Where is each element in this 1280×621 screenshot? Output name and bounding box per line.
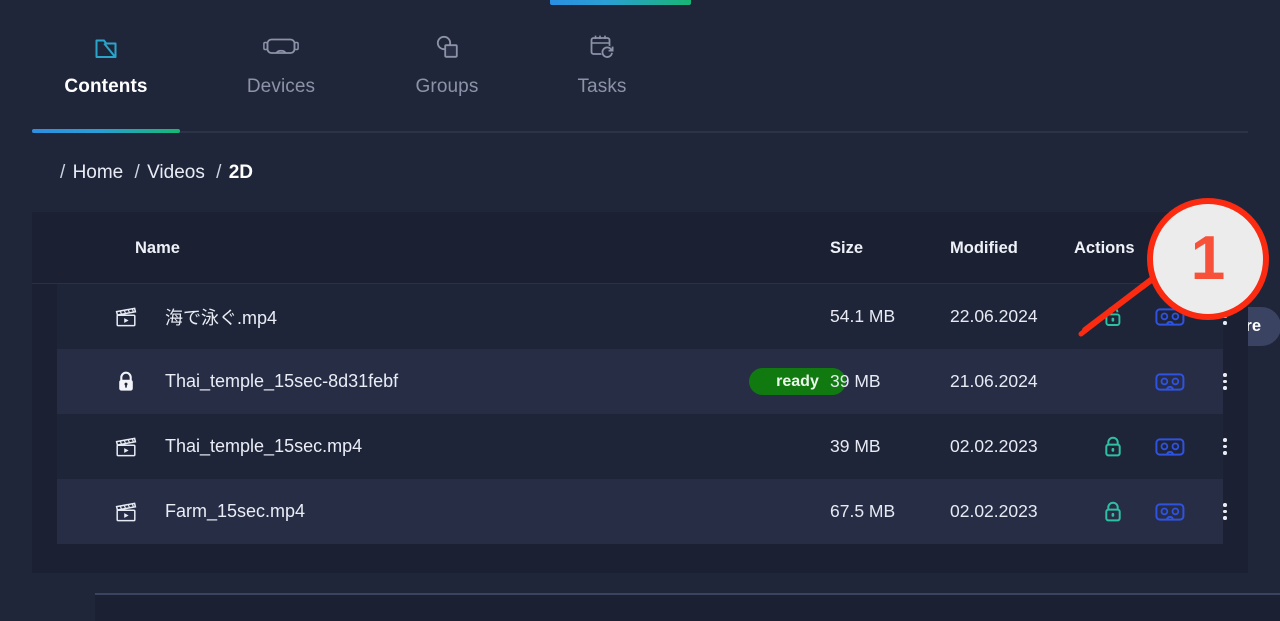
table-footer-space	[32, 544, 1248, 573]
tab-devices[interactable]: Devices	[207, 26, 355, 134]
file-name[interactable]: Farm_15sec.mp4	[165, 479, 305, 544]
next-section-area	[95, 595, 1280, 621]
file-name[interactable]: Thai_temple_15sec.mp4	[165, 414, 362, 479]
file-modified: 22.06.2024	[950, 306, 1038, 326]
tab-label: Devices	[246, 76, 316, 97]
file-modified: 02.02.2023	[950, 436, 1038, 456]
row-4-vr-view-icon[interactable]	[1153, 479, 1187, 544]
content-toolbar: / Home / Videos / 2D Create folder Uploa…	[0, 153, 1280, 346]
groups-shapes-icon	[434, 26, 460, 68]
breadcrumb: / Home / Videos / 2D	[60, 162, 259, 184]
tab-tasks[interactable]: Tasks	[528, 26, 676, 134]
file-size: 67.5 MB	[830, 501, 896, 521]
breadcrumb-item-current: 2D	[228, 162, 253, 183]
table-row[interactable]: Thai_temple_15sec.mp4 39 MB 02.02.2023	[57, 414, 1227, 479]
tab-label: Tasks	[577, 76, 627, 97]
callout-number: 1	[1190, 224, 1226, 293]
breadcrumb-separator: /	[216, 162, 222, 183]
file-size: 54.1 MB	[830, 306, 896, 326]
file-modified: 02.02.2023	[950, 501, 1038, 521]
row-4-lock-icon[interactable]	[1098, 479, 1128, 544]
clapperboard-icon	[111, 284, 141, 349]
file-size: 39 MB	[830, 436, 881, 456]
vertical-dots-icon	[1223, 503, 1227, 520]
file-size: 39 MB	[830, 371, 881, 391]
tab-label: Contents	[64, 76, 148, 97]
row-3-lock-icon[interactable]	[1098, 414, 1128, 479]
main-tabs: Contents Devices Groups Tasks	[32, 26, 1248, 136]
table-body: 海で泳ぐ.mp4 54.1 MB 22.06.2024 Thai_temple_…	[32, 284, 1248, 544]
table-header: Name Size Modified Actions	[32, 212, 1248, 284]
breadcrumb-separator: /	[60, 162, 66, 183]
top-progress-track	[0, 0, 1280, 5]
table-row[interactable]: Farm_15sec.mp4 67.5 MB 02.02.2023	[57, 479, 1227, 544]
vertical-dots-icon	[1223, 373, 1227, 390]
breadcrumb-separator: /	[134, 162, 140, 183]
folder-icon	[92, 26, 120, 68]
padlock-closed-icon	[111, 349, 141, 414]
tabs-underline-active	[32, 129, 180, 133]
top-progress-fill	[550, 0, 691, 5]
file-modified: 21.06.2024	[950, 371, 1038, 391]
contents-table: Name Size Modified Actions 海で泳ぐ.mp4 54.1…	[32, 212, 1248, 573]
row-2-more-menu[interactable]	[1213, 349, 1237, 414]
file-name[interactable]: Thai_temple_15sec-8d31febf	[165, 349, 398, 414]
row-2-vr-view-icon[interactable]	[1153, 349, 1187, 414]
calendar-sync-icon	[588, 26, 616, 68]
app-window: Contents Devices Groups Tasks / Home / V…	[0, 0, 1280, 621]
table-row[interactable]: Thai_temple_15sec-8d31febf ready 39 MB 2…	[57, 349, 1227, 414]
breadcrumb-item-home[interactable]: Home	[73, 162, 124, 183]
tab-groups[interactable]: Groups	[373, 26, 521, 134]
column-header-size[interactable]: Size	[830, 239, 863, 258]
column-header-modified[interactable]: Modified	[950, 239, 1018, 258]
tabs-underline-track	[32, 131, 1248, 133]
clapperboard-icon	[111, 479, 141, 544]
table-row[interactable]: 海で泳ぐ.mp4 54.1 MB 22.06.2024	[57, 284, 1227, 349]
breadcrumb-item-videos[interactable]: Videos	[147, 162, 205, 183]
row-3-vr-view-icon[interactable]	[1153, 414, 1187, 479]
column-header-name[interactable]: Name	[135, 239, 180, 258]
file-name[interactable]: 海で泳ぐ.mp4	[165, 284, 277, 349]
callout-badge-1: 1	[1147, 198, 1269, 320]
clapperboard-icon	[111, 414, 141, 479]
tab-contents[interactable]: Contents	[32, 26, 180, 134]
row-3-more-menu[interactable]	[1213, 414, 1237, 479]
callout-circle: 1	[1147, 198, 1269, 320]
row-4-more-menu[interactable]	[1213, 479, 1237, 544]
tab-label: Groups	[415, 76, 479, 97]
vertical-dots-icon	[1223, 438, 1227, 455]
vr-headset-icon	[263, 26, 299, 68]
